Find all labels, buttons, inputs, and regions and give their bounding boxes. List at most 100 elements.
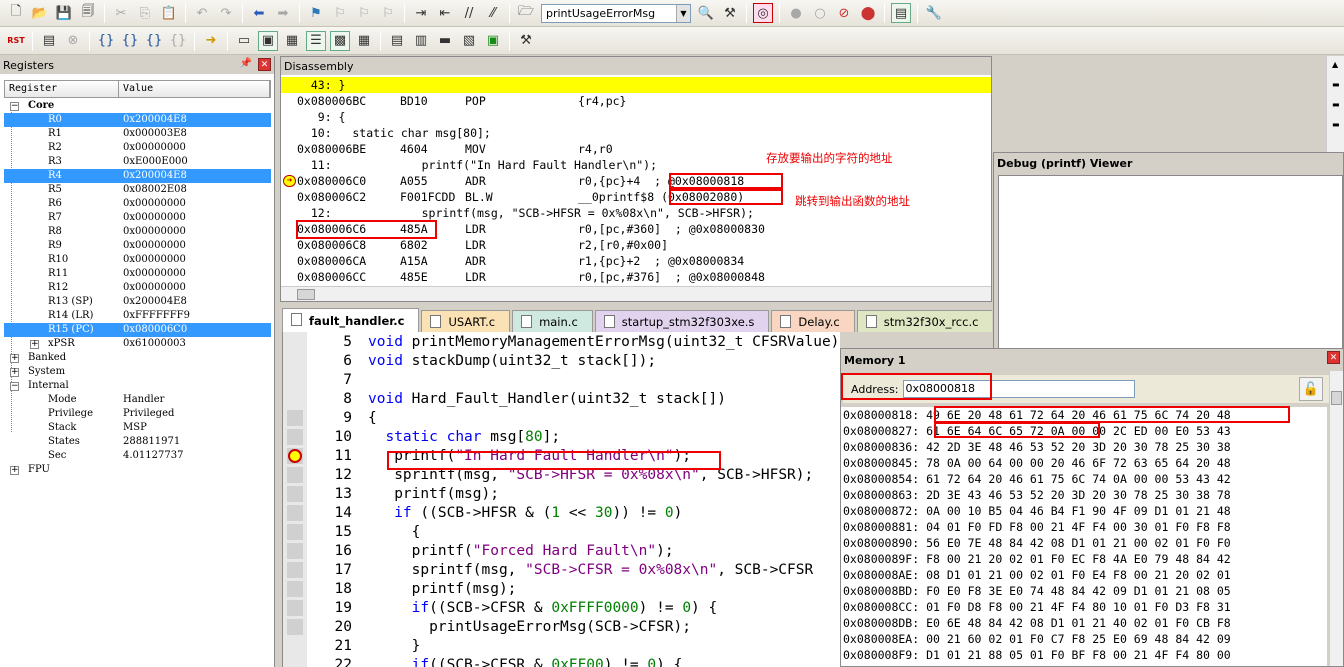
uncomment-icon[interactable]: ⁄⁄: [483, 3, 503, 23]
copy-icon[interactable]: ⎘: [135, 3, 155, 23]
disasm-instruction-row[interactable]: ➜ 0x080006C0 A055 ADR r0,{pc}+4 ; @0x0800081…: [281, 173, 991, 189]
register-row[interactable]: R2 0x00000000: [4, 141, 271, 155]
register-value[interactable]: 0x000003E8: [123, 127, 187, 141]
expand-icon[interactable]: +: [30, 340, 39, 349]
code-line[interactable]: 11 printf("In Hard Fault Handler\n");: [283, 447, 840, 466]
code-line[interactable]: 16 printf("Forced Hard Fault\n");: [283, 542, 840, 561]
bookmark-icon[interactable]: ⚑: [306, 3, 326, 23]
indent-icon[interactable]: ⇥: [411, 3, 431, 23]
editor-tab[interactable]: USART.c: [421, 310, 511, 332]
register-row[interactable]: R14 (LR) 0xFFFFFFF9: [4, 309, 271, 323]
step-out-icon[interactable]: {}: [144, 31, 164, 51]
reset-icon[interactable]: RST: [6, 31, 26, 51]
memory-row[interactable]: 0x08000890: 56 E0 7E 48 84 42 08 D1 01 2…: [841, 535, 1327, 551]
printf-output-area[interactable]: [998, 175, 1343, 351]
clear-bookmarks-icon[interactable]: ⚐: [378, 3, 398, 23]
disable-breakpoint-icon[interactable]: ○: [810, 3, 830, 23]
step-over-icon[interactable]: {}: [120, 31, 140, 51]
register-group[interactable]: + System: [4, 365, 271, 379]
register-row[interactable]: R3 0xE000E000: [4, 155, 271, 169]
system-viewer-icon[interactable]: ▣: [483, 31, 503, 51]
disasm-instruction-row[interactable]: 0x080006C6 485A LDR r0,[pc,#360] ; @0x08000…: [281, 221, 991, 237]
analysis-window-icon[interactable]: ▬: [435, 31, 455, 51]
undo-icon[interactable]: ↶: [192, 3, 212, 23]
register-value[interactable]: 0x00000000: [123, 141, 186, 155]
register-value[interactable]: 0x08002E08: [123, 183, 187, 197]
register-value[interactable]: 0x61000003: [123, 337, 186, 351]
call-stack-window-icon[interactable]: ▩: [330, 30, 350, 51]
memory-row[interactable]: 0x080008AE: 08 D1 01 21 00 02 01 F0 E4 F…: [841, 567, 1327, 583]
register-row[interactable]: R4 0x200004E8: [4, 169, 271, 183]
code-line[interactable]: 19 if((SCB->CFSR & 0xFFFF0000) != 0) {: [283, 599, 840, 618]
register-value[interactable]: 0xFFFFFFF9: [123, 309, 190, 323]
register-row[interactable]: R5 0x08002E08: [4, 183, 271, 197]
register-value[interactable]: 0x080006C0: [123, 323, 187, 337]
memory-dump[interactable]: 0x08000818: 49 6E 20 48 61 72 64 20 46 6…: [841, 407, 1327, 666]
register-row[interactable]: R12 0x00000000: [4, 281, 271, 295]
open-file-icon[interactable]: 📂: [30, 3, 50, 23]
memory-row[interactable]: 0x08000854: 61 72 64 20 46 61 75 6C 74 0…: [841, 471, 1327, 487]
unindent-icon[interactable]: ⇤: [435, 3, 455, 23]
close-icon[interactable]: ✕: [1327, 351, 1340, 364]
run-icon[interactable]: ▤: [39, 31, 59, 51]
scroll-grip-icon[interactable]: ▬: [1332, 80, 1340, 89]
disable-all-breakpoints-icon[interactable]: ⬤: [858, 3, 878, 23]
code-line[interactable]: 13 printf(msg);: [283, 485, 840, 504]
redo-icon[interactable]: ↷: [216, 3, 236, 23]
code-line[interactable]: 10 static char msg[80];: [283, 428, 840, 447]
register-row[interactable]: R11 0x00000000: [4, 267, 271, 281]
register-row[interactable]: R9 0x00000000: [4, 239, 271, 253]
configure-icon[interactable]: 🔧: [924, 3, 944, 23]
editor-tab[interactable]: Delay.c: [771, 310, 855, 332]
memory-row[interactable]: 0x08000836: 42 2D 3E 48 46 53 52 20 3D 2…: [841, 439, 1327, 455]
register-row[interactable]: R13 (SP) 0x200004E8: [4, 295, 271, 309]
register-row[interactable]: R7 0x00000000: [4, 211, 271, 225]
code-line[interactable]: 15 {: [283, 523, 840, 542]
register-value[interactable]: 0x200004E8: [123, 295, 187, 309]
register-group[interactable]: − Internal: [4, 379, 271, 393]
memory-row[interactable]: 0x080008CC: 01 F0 D8 F8 00 21 4F F4 80 1…: [841, 599, 1327, 615]
code-line[interactable]: 22 if((SCB->CFSR & 0xFF00) != 0) {: [283, 656, 840, 667]
pin-icon[interactable]: 📌: [240, 58, 252, 69]
paste-icon[interactable]: 📋: [159, 3, 179, 23]
incremental-find-icon[interactable]: ⚒: [720, 3, 740, 23]
memory-row[interactable]: 0x080008DB: E0 6E 48 84 42 08 D1 01 21 4…: [841, 615, 1327, 631]
register-row[interactable]: R0 0x200004E8: [4, 113, 271, 127]
memory-row[interactable]: 0x080008F9: D1 01 21 88 05 01 F0 BF F8 0…: [841, 647, 1327, 663]
internal-row[interactable]: Sec 4.01127737: [4, 449, 271, 463]
code-line[interactable]: 18 printf(msg);: [283, 580, 840, 599]
memory-row[interactable]: 0x080008EA: 00 21 60 02 01 F0 C7 F8 25 E…: [841, 631, 1327, 647]
lock-icon[interactable]: 🔓: [1299, 377, 1323, 401]
disasm-source-row[interactable]: 9: {: [281, 109, 991, 125]
disasm-instruction-row[interactable]: 0x080006BC BD10 POP {r4,pc}: [281, 93, 991, 109]
trace-window-icon[interactable]: ▧: [459, 31, 479, 51]
scroll-grip-icon[interactable]: ▬: [1332, 120, 1340, 129]
disasm-source-row[interactable]: 10: static char msg[80];: [281, 125, 991, 141]
code-line[interactable]: 17 sprintf(msg, "SCB->CFSR = 0x%08x\n", …: [283, 561, 840, 580]
scroll-grip-icon[interactable]: ▬: [1332, 100, 1340, 109]
code-line[interactable]: 21 }: [283, 637, 840, 656]
code-line[interactable]: 9{: [283, 409, 840, 428]
register-value[interactable]: 0xE000E000: [123, 155, 188, 169]
register-row[interactable]: + xPSR 0x61000003: [4, 337, 271, 351]
internal-row[interactable]: States 288811971: [4, 435, 271, 449]
disassembly-vertical-scrollbar[interactable]: ▲ ▬ ▬ ▬: [1326, 56, 1344, 152]
memory-row[interactable]: 0x080008BD: F0 E0 F8 3E E0 74 48 84 42 0…: [841, 583, 1327, 599]
code-line[interactable]: 6 void stackDump(uint32_t stack[]);: [283, 352, 840, 371]
expand-icon[interactable]: +: [10, 466, 19, 475]
close-icon[interactable]: ✕: [258, 58, 271, 71]
register-value[interactable]: 0x200004E8: [123, 113, 187, 127]
register-value[interactable]: 0x00000000: [123, 239, 186, 253]
register-row[interactable]: R15 (PC) 0x080006C0: [4, 323, 271, 337]
collapse-icon[interactable]: −: [10, 102, 19, 111]
code-line[interactable]: 8 void Hard_Fault_Handler(uint32_t stack[…: [283, 390, 840, 409]
toolbox-icon[interactable]: ⚒: [516, 31, 536, 51]
editor-tab[interactable]: main.c: [512, 310, 593, 332]
disasm-instruction-row[interactable]: 0x080006CC 485E LDR r0,[pc,#376] ; @0x08000…: [281, 269, 991, 285]
symbols-window-icon[interactable]: ▦: [282, 31, 302, 51]
function-combo[interactable]: printUsageErrorMsg ▼: [541, 3, 691, 23]
memory-window-icon[interactable]: ▤: [387, 31, 407, 51]
register-group[interactable]: + FPU: [4, 463, 271, 477]
code-line[interactable]: 14 if ((SCB->HFSR & (1 << 30)) != 0): [283, 504, 840, 523]
command-window-icon[interactable]: ▭: [234, 31, 254, 51]
